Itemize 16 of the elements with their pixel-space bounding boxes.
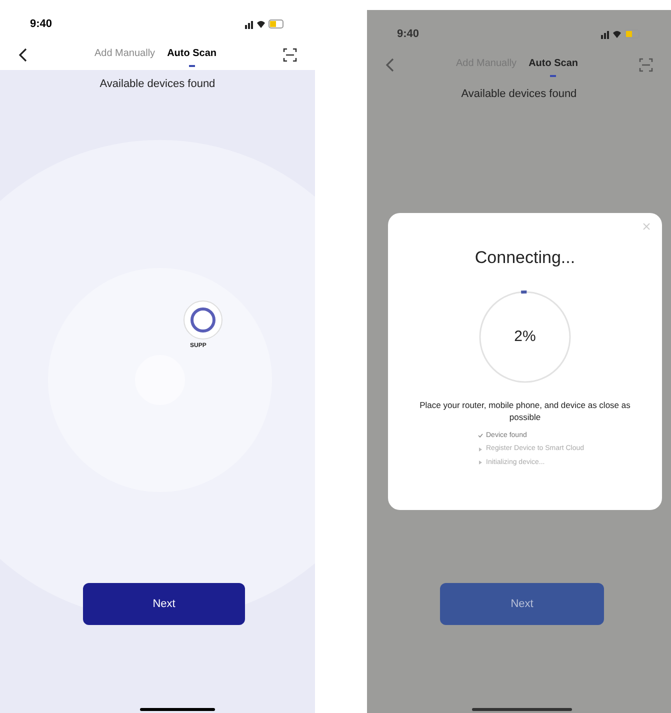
- tab[interactable]: Auto Scan: [167, 46, 217, 64]
- progress-reading: 2%: [514, 326, 536, 346]
- back-icon[interactable]: [18, 48, 28, 62]
- scan-icon[interactable]: [282, 48, 297, 62]
- status-time: 9:40: [30, 16, 52, 32]
- status-time: 9:40: [397, 26, 420, 42]
- tab[interactable]: Add Manually: [94, 46, 156, 64]
- dialog-title: Connecting...: [474, 247, 576, 269]
- next-button[interactable]: Next: [83, 583, 245, 625]
- heading: Available devices found: [460, 87, 578, 102]
- next-button[interactable]: Next: [440, 583, 604, 625]
- dialog-message: Place your router, mobile phone, and device as close as possible: [418, 398, 632, 422]
- status-icons: [245, 18, 285, 30]
- heading: Available devices found: [100, 77, 216, 92]
- tab[interactable]: Auto Scan: [528, 56, 578, 74]
- device-icon[interactable]: [183, 300, 223, 340]
